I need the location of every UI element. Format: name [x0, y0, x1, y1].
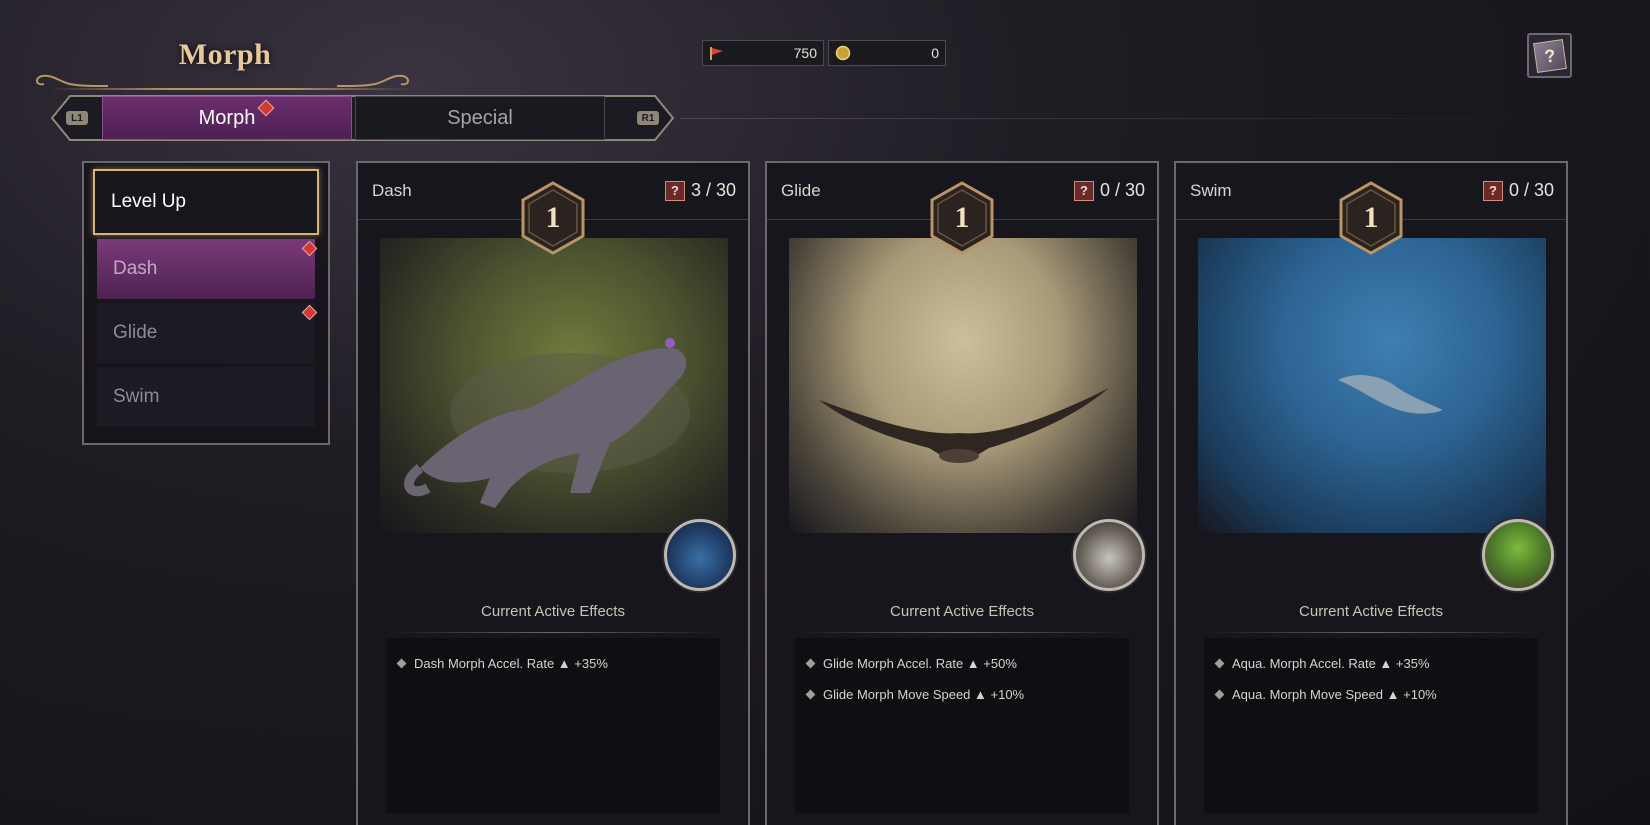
- menu-item-label: Dash: [113, 258, 158, 279]
- swim-morph-artwork: [1198, 238, 1546, 533]
- effect-item: Aqua. Morph Accel. Rate ▲ +35%: [1214, 648, 1526, 679]
- dash-creature-portrait-icon: [664, 519, 736, 591]
- card-progress: ? 3 / 30: [664, 180, 736, 201]
- bullet-icon: [396, 658, 407, 669]
- seal-illustration: [1338, 374, 1443, 414]
- jaguar-illustration: [404, 338, 690, 508]
- menu-item-label: Glide: [113, 322, 158, 343]
- gold-coin-icon: [835, 45, 851, 61]
- card-progress-value: 3 / 30: [690, 180, 736, 200]
- title-divider: [50, 88, 410, 90]
- menu-item-swim[interactable]: Swim: [97, 367, 315, 427]
- effect-item: Glide Morph Accel. Rate ▲ +50%: [805, 648, 1117, 679]
- effect-item: Dash Morph Accel. Rate ▲ +35%: [396, 648, 708, 679]
- tab-special[interactable]: Special: [355, 96, 605, 140]
- currency-flag-value: 750: [793, 45, 817, 61]
- morph-menu: Level Up Dash Glide Swim: [82, 161, 330, 445]
- tab-morph[interactable]: Morph: [102, 96, 352, 140]
- effects-heading: Current Active Effects: [1299, 603, 1443, 620]
- question-icon: ?: [1482, 180, 1503, 201]
- tab-divider: [680, 118, 1580, 119]
- card-progress-value: 0 / 30: [1099, 180, 1145, 200]
- bullet-icon: [805, 658, 816, 669]
- effects-divider: [386, 632, 720, 633]
- menu-item-dash[interactable]: Dash: [97, 239, 318, 299]
- menu-item-label: Swim: [113, 386, 160, 407]
- page-title: Morph: [178, 38, 272, 71]
- currency-coin: 0: [828, 40, 946, 66]
- level-number: 1: [1363, 201, 1379, 234]
- question-icon: ?: [1073, 180, 1094, 201]
- help-book-icon: ?: [1532, 38, 1567, 73]
- bullet-icon: [1214, 689, 1225, 700]
- card-title: Glide: [781, 181, 821, 200]
- glide-morph-artwork: [789, 238, 1137, 533]
- effects-heading: Current Active Effects: [481, 603, 625, 620]
- effect-item: Glide Morph Move Speed ▲ +10%: [805, 679, 1117, 710]
- new-badge-icon: [301, 240, 318, 257]
- effects-divider: [1204, 632, 1538, 633]
- card-progress: ? 0 / 30: [1073, 180, 1145, 201]
- new-badge-icon: [301, 304, 318, 321]
- card-progress-value: 0 / 30: [1508, 180, 1554, 200]
- effect-text: Dash Morph Accel. Rate ▲ +35%: [414, 656, 608, 671]
- effect-item: Aqua. Morph Move Speed ▲ +10%: [1214, 679, 1526, 710]
- effect-text: Glide Morph Move Speed ▲ +10%: [823, 687, 1025, 702]
- right-flourish-ornament: [336, 74, 409, 87]
- dash-morph-artwork: [380, 238, 728, 533]
- effects-list: Glide Morph Accel. Rate ▲ +50% Glide Mor…: [795, 638, 1129, 813]
- tab-special-label: Special: [447, 106, 513, 129]
- bullet-icon: [1214, 658, 1225, 669]
- card-title: Swim: [1190, 181, 1232, 200]
- l1-button-hint: L1: [66, 111, 88, 125]
- tab-next-r1[interactable]: R1: [621, 96, 675, 140]
- card-title: Dash: [372, 181, 412, 200]
- effects-list: Dash Morph Accel. Rate ▲ +35%: [386, 638, 720, 813]
- swim-creature-portrait-icon: [1482, 519, 1554, 591]
- level-badge: 1: [929, 181, 995, 255]
- menu-item-level-up[interactable]: Level Up: [93, 169, 319, 235]
- level-number: 1: [954, 201, 970, 234]
- tab-morph-label: Morph: [198, 106, 256, 129]
- tab-bar: L1 Morph Special R1: [50, 92, 675, 144]
- effect-text: Aqua. Morph Accel. Rate ▲ +35%: [1232, 656, 1430, 671]
- effects-heading: Current Active Effects: [890, 603, 1034, 620]
- morph-card-dash[interactable]: Dash ? 3 / 30 1 Current Active Effects D…: [356, 161, 750, 825]
- effect-text: Glide Morph Accel. Rate ▲ +50%: [823, 656, 1017, 671]
- menu-item-glide[interactable]: Glide: [97, 303, 318, 363]
- morph-card-swim[interactable]: Swim ? 0 / 30 1 Current Active Effects A…: [1174, 161, 1568, 825]
- help-guide-button[interactable]: ?: [1527, 33, 1572, 78]
- bird-illustration: [819, 388, 1109, 463]
- effects-list: Aqua. Morph Accel. Rate ▲ +35% Aqua. Mor…: [1204, 638, 1538, 813]
- tab-prev-l1[interactable]: L1: [50, 96, 104, 140]
- menu-item-label: Level Up: [111, 191, 186, 212]
- question-icon: ?: [664, 180, 685, 201]
- new-badge-icon: [257, 99, 275, 117]
- morph-card-glide[interactable]: Glide ? 0 / 30 1 Current Active Effects …: [765, 161, 1159, 825]
- left-flourish-ornament: [36, 74, 109, 87]
- r1-button-hint: R1: [637, 111, 659, 125]
- level-number: 1: [545, 201, 561, 234]
- bullet-icon: [805, 689, 816, 700]
- effects-divider: [795, 632, 1129, 633]
- currency-flag: 750: [702, 40, 824, 66]
- level-badge: 1: [1338, 181, 1404, 255]
- level-badge: 1: [520, 181, 586, 255]
- red-flag-icon: [709, 45, 725, 61]
- glide-creature-portrait-icon: [1073, 519, 1145, 591]
- effect-text: Aqua. Morph Move Speed ▲ +10%: [1232, 687, 1437, 702]
- card-progress: ? 0 / 30: [1482, 180, 1554, 201]
- currency-coin-value: 0: [931, 45, 939, 61]
